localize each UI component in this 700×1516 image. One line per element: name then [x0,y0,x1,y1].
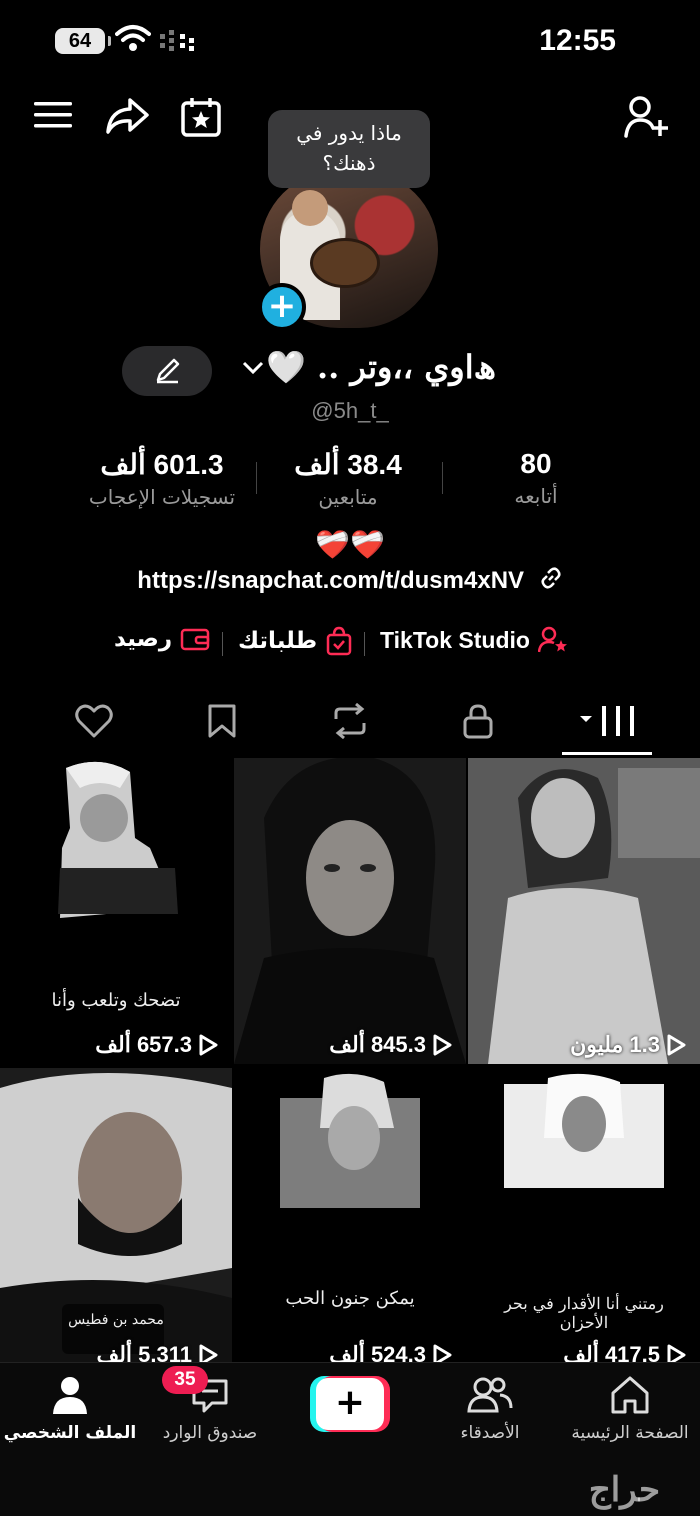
nav-home[interactable]: الصفحة الرئيسية [560,1375,700,1443]
edit-profile-button[interactable] [122,346,212,396]
repost-icon [334,703,366,739]
stat-following[interactable]: 80 أتابعه [446,448,626,508]
video-thumbnail[interactable]: محمد بن فطيس 5.311 ألف [0,1068,232,1374]
lock-icon [463,704,493,739]
thumbnail-image [234,758,466,1064]
nav-inbox-label: صندوق الوارد [162,1423,258,1443]
play-icon [433,1034,452,1056]
bio-text: ❤️‍🩹❤️‍🩹 [315,528,385,561]
tab-saved[interactable] [192,696,252,746]
share-icon[interactable] [104,96,150,136]
stat-followers-number: 38.4 ألف [294,449,402,480]
shopping-bag-icon [326,626,352,656]
divider [256,462,257,494]
bio-link-text[interactable]: https://snapchat.com/t/dusm4xNV [137,567,524,594]
link-icon [539,566,563,597]
add-avatar-button[interactable]: + [258,283,306,331]
stat-likes-number: 601.3 ألف [100,449,224,480]
nav-profile-label: الملف الشخصي [3,1423,137,1443]
stat-followers-label: متابعين [318,485,378,509]
status-bar: 64 12:55 [0,0,700,80]
tiktok-studio-button[interactable]: TikTok Studio [380,626,568,654]
divider [442,462,443,494]
status-note-bubble[interactable]: ماذا يدور في ذهنك؟ [268,110,430,188]
signal-icon [160,30,194,51]
content-tabs [0,696,700,756]
tab-videos[interactable] [572,696,642,746]
divider [364,632,365,656]
stat-followers[interactable]: 38.4 ألف متابعين [258,448,438,509]
video-caption: يمكن جنون الحب [285,1288,415,1309]
orders-label: طلباتك [238,628,318,654]
pencil-icon [156,358,180,384]
nav-home-label: الصفحة الرئيسية [571,1423,689,1443]
video-caption: محمد بن فطيس [68,1312,164,1328]
video-grid-icon [580,706,634,736]
active-tab-indicator [562,752,652,755]
profile-handle: @5h_t_ [311,398,389,423]
profile-icon [53,1377,87,1414]
balance-button[interactable]: رصيد [114,626,210,652]
profile-name: ﮪاوي ،،وتر .. 🤍 [266,348,496,386]
balance-label: رصيد [114,626,173,652]
nav-friends-label: الأصدقاء [460,1423,520,1443]
home-icon [611,1376,649,1414]
divider [222,632,223,656]
view-count: 845.3 ألف [329,1032,426,1057]
creator-star-icon [537,626,567,653]
video-thumbnail[interactable]: يمكن جنون الحب 524.3 ألف [234,1068,466,1374]
tools-row: رصيد طلباتك TikTok Studio [0,626,700,662]
plus-icon: + [316,1378,384,1430]
clock: 12:55 [539,24,616,57]
video-thumbnail[interactable]: 845.3 ألف [234,758,466,1064]
stat-likes-label: تسجيلات الإعجاب [88,485,236,509]
thumbnail-image [234,1068,466,1364]
video-caption: رمتني أنا الأقدار في بحر الأحزان [504,1294,664,1332]
video-thumbnail[interactable]: تضحك وتلعب وأنا 657.3 ألف [0,758,232,1064]
chevron-down-icon[interactable] [242,360,264,376]
view-count: 1.3 مليون [570,1032,660,1057]
stat-following-label: أتابعه [514,484,558,508]
create-button[interactable]: + [310,1376,390,1432]
thumbnail-image [468,758,700,1064]
heart-icon [75,704,113,738]
menu-icon[interactable] [34,100,72,130]
video-thumbnail[interactable]: 1.3 مليون [468,758,700,1064]
bio-link[interactable]: https://snapchat.com/t/dusm4xNV [0,566,700,597]
nav-profile[interactable]: الملف الشخصي [0,1375,140,1443]
nav-inbox[interactable]: صندوق الوارد [140,1375,280,1443]
view-count: 657.3 ألف [95,1032,192,1057]
tab-liked[interactable] [64,696,124,746]
tab-reposts[interactable] [320,696,380,746]
nav-friends[interactable]: الأصدقاء [420,1375,560,1443]
stat-likes: 601.3 ألف تسجيلات الإعجاب [72,448,252,509]
play-icon [199,1034,218,1056]
video-views: 845.3 ألف [329,1032,452,1058]
video-views: 1.3 مليون [570,1032,686,1058]
orders-button[interactable]: طلباتك [238,626,353,656]
battery-indicator: 64 [55,28,111,54]
play-icon [667,1034,686,1056]
add-friend-icon[interactable] [624,96,670,138]
friends-icon [467,1377,513,1413]
inbox-badge: 35 [162,1366,208,1394]
thumbnail-image [0,758,232,1064]
tiktok-studio-label: TikTok Studio [380,626,530,653]
tab-private[interactable] [448,696,508,746]
calendar-star-icon[interactable] [180,96,222,138]
stat-following-number: 80 [520,448,552,479]
video-views: 657.3 ألف [95,1032,218,1058]
video-thumbnail[interactable]: رمتني أنا الأقدار في بحر الأحزان 417.5 أ… [468,1068,700,1374]
video-caption: تضحك وتلعب وأنا [51,990,181,1011]
bookmark-icon [208,704,236,738]
wallet-icon [180,628,210,651]
watermark: حراج [588,1470,660,1510]
wifi-icon [115,25,151,51]
